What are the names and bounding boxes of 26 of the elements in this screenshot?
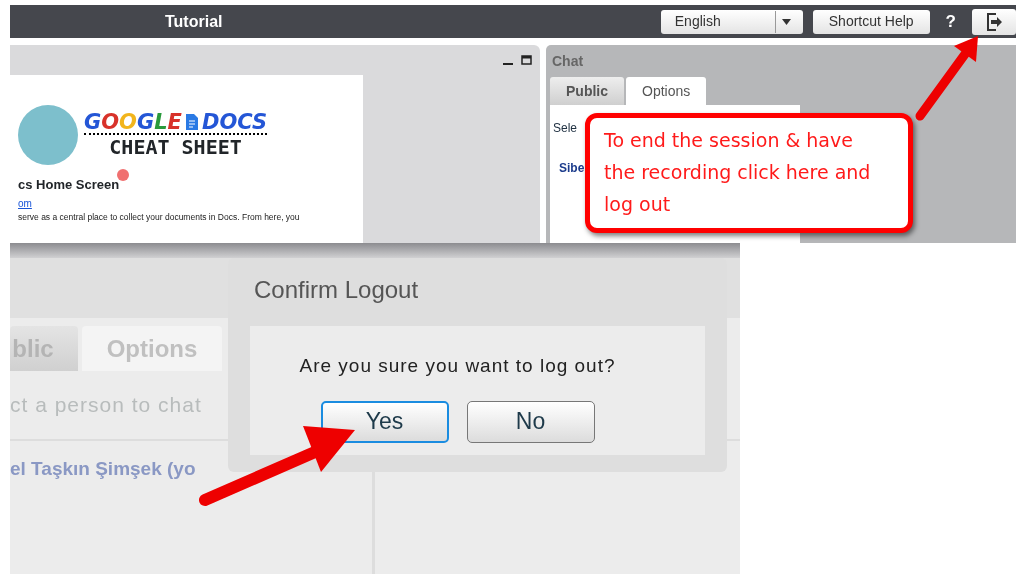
shortcut-help-button[interactable]: Shortcut Help <box>812 9 930 34</box>
caret-icon <box>781 18 791 25</box>
dialog-button[interactable]: Yes <box>320 400 449 443</box>
logout-icon <box>986 12 1002 31</box>
callout-note: To end the session & have the recording click here and log out <box>585 113 913 233</box>
document-heading: cs Home Screen <box>18 177 120 192</box>
help-button[interactable]: ? <box>945 8 956 35</box>
document-paragraph: serve as a central place to collect your documents in Docs. From here, you <box>18 211 301 224</box>
panel-title: Chat <box>552 51 584 71</box>
document-icon <box>185 114 198 130</box>
logo-subtitle: CHEAT SHEET <box>84 132 268 159</box>
chat-tab[interactable]: Options <box>626 77 707 105</box>
chat-tab[interactable]: Public <box>550 77 624 105</box>
document-link[interactable]: om <box>18 196 363 211</box>
logo-word: DOCS <box>201 111 268 133</box>
logout-button[interactable] <box>972 8 1016 35</box>
logo-word: GOOGLE <box>84 111 182 133</box>
maximize-icon[interactable] <box>521 55 532 65</box>
dialog-button[interactable]: No <box>466 400 595 443</box>
language-dropdown[interactable]: English <box>660 9 803 34</box>
user-name[interactable]: Sibe <box>559 161 585 175</box>
instruction-text: Sele <box>553 120 579 137</box>
dialog-title: Confirm Logout <box>254 275 420 305</box>
pointer-dot <box>117 169 130 181</box>
app-title: Tutorial <box>165 11 223 32</box>
avatar-circle <box>18 105 78 165</box>
